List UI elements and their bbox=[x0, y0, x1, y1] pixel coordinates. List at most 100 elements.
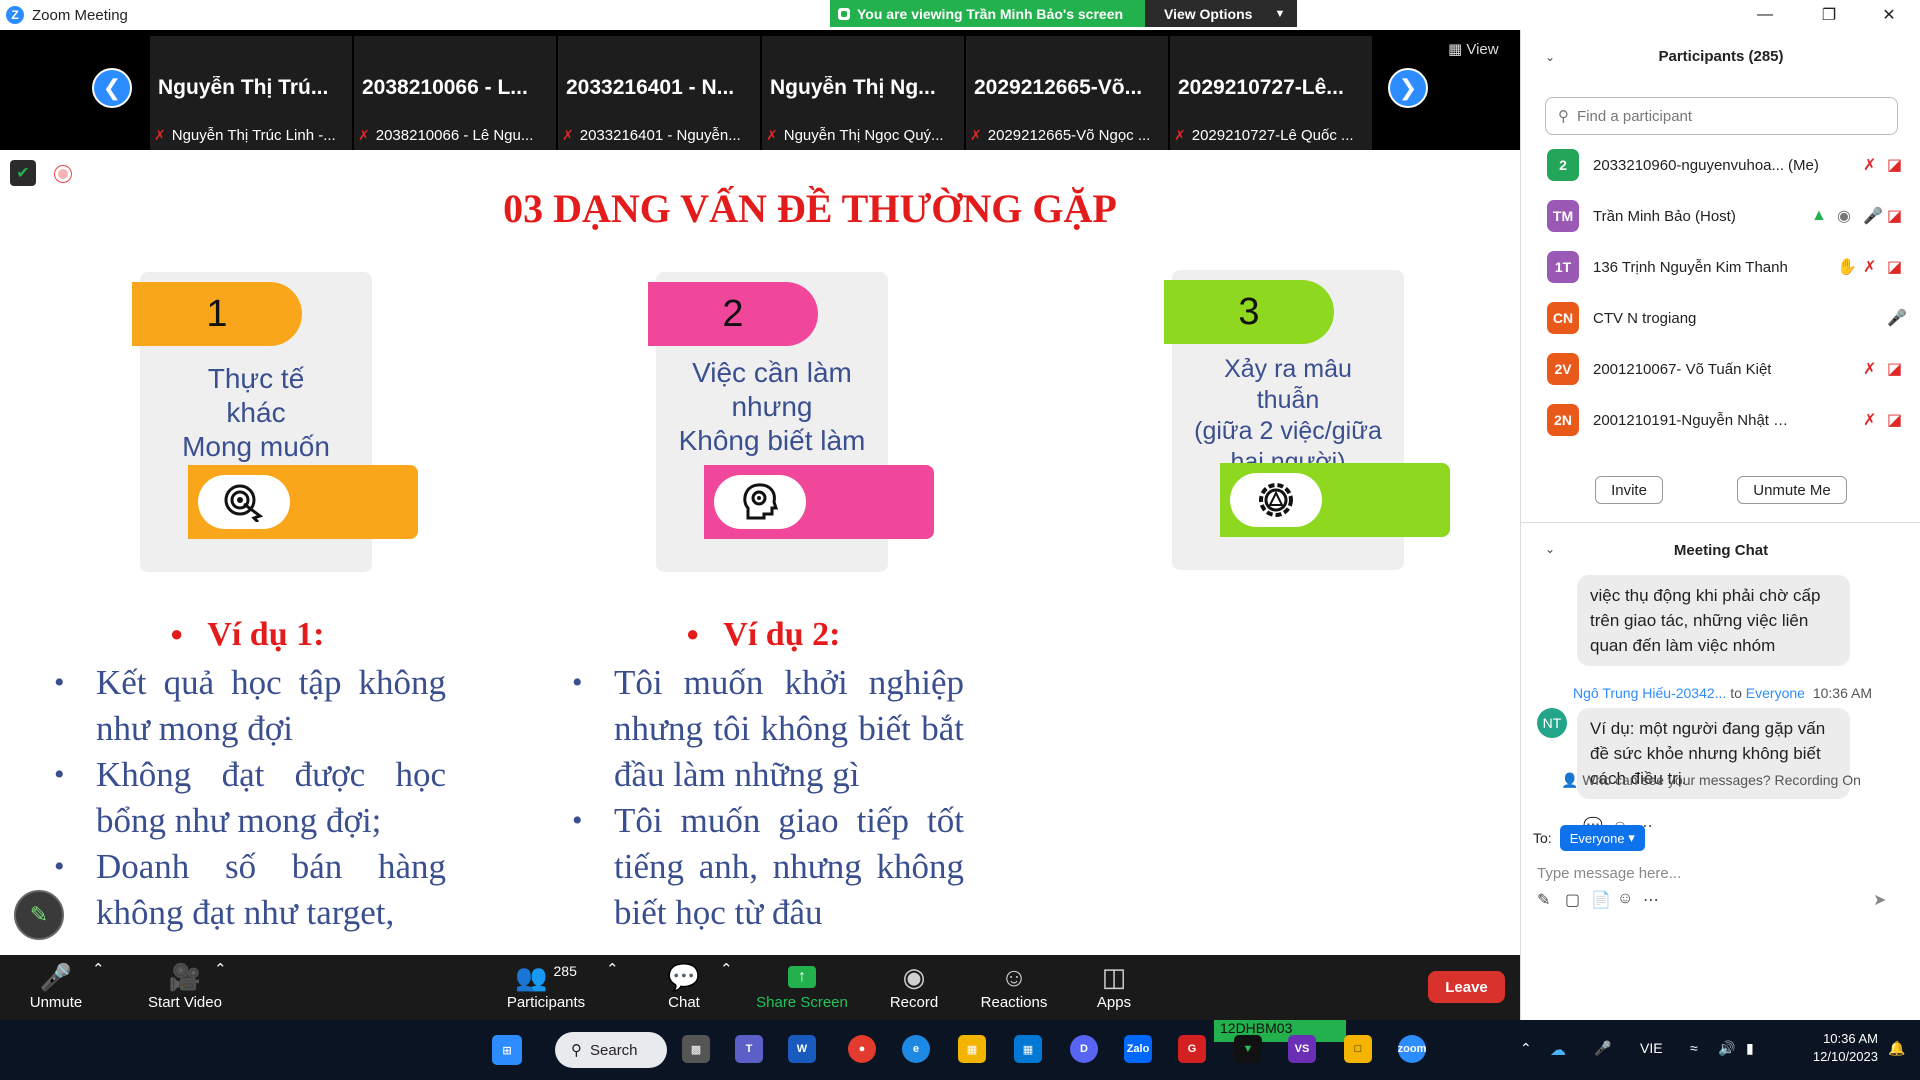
participant-row[interactable]: CN CTV N trogiang 🎤 bbox=[1547, 297, 1907, 339]
next-page-button[interactable]: ❯ bbox=[1388, 68, 1428, 108]
recording-icon: ◉ bbox=[1837, 208, 1851, 225]
mic-muted-icon: ✗ bbox=[154, 126, 166, 143]
emoji-icon[interactable]: ☺ bbox=[1617, 890, 1633, 908]
leave-button[interactable]: Leave bbox=[1428, 971, 1505, 1003]
mic-icon[interactable]: 🎤 bbox=[1594, 1040, 1611, 1057]
onedrive-icon[interactable]: ☁ bbox=[1550, 1040, 1566, 1060]
target-click-icon bbox=[198, 475, 290, 529]
annotate-pen-button[interactable]: ✎ bbox=[14, 890, 64, 940]
card-number-banner: 1 bbox=[132, 282, 302, 346]
garena-icon[interactable]: G bbox=[1178, 1035, 1206, 1063]
participant-search-input[interactable]: ⚲ Find a participant bbox=[1545, 97, 1898, 135]
start-menu-icon[interactable]: ⊞ bbox=[492, 1035, 522, 1065]
video-tile[interactable]: Nguyễn Thị Trú... ✗ Nguyễn Thị Trúc Linh … bbox=[150, 36, 352, 150]
reactions-button[interactable]: ☺ Reactions bbox=[972, 960, 1056, 1012]
close-icon[interactable]: ✕ bbox=[1866, 0, 1912, 30]
chat-message: việc thụ động khi phải chờ cấp trên giao… bbox=[1577, 575, 1850, 666]
recipient-dropdown[interactable]: Everyone ▾ bbox=[1559, 825, 1645, 851]
teams-icon[interactable]: T bbox=[735, 1035, 763, 1063]
head-gear-icon bbox=[714, 475, 806, 529]
zoom-icon[interactable]: zoom bbox=[1398, 1035, 1426, 1063]
security-shield-icon[interactable]: ✔ bbox=[10, 160, 36, 186]
participant-row[interactable]: 2N 2001210191-Nguyễn Nhật Linh ✗ ◪ bbox=[1547, 399, 1902, 441]
reactions-icon: ☺ bbox=[1000, 961, 1028, 992]
volume-icon[interactable]: 🔊 bbox=[1718, 1040, 1735, 1057]
participant-row[interactable]: 2 2033210960-nguyenvuhoa... (Me) ✗ ◪ bbox=[1547, 144, 1902, 186]
mic-muted-icon: ✗ bbox=[1174, 126, 1186, 143]
view-button[interactable]: ▦ View bbox=[1448, 40, 1499, 58]
mic-muted-icon: ✗ bbox=[1863, 361, 1877, 378]
send-icon[interactable]: ➤ bbox=[1873, 890, 1886, 910]
maximize-icon[interactable]: ❐ bbox=[1806, 0, 1852, 30]
taskbar-search[interactable]: ⚲ Search bbox=[555, 1032, 667, 1068]
problem-card-2: 2 Việc cần làm nhưng Không biết làm bbox=[648, 272, 934, 572]
more-icon[interactable]: ⋯ bbox=[1643, 890, 1659, 910]
screenshot-icon[interactable]: ▢ bbox=[1565, 890, 1580, 910]
unmute-button[interactable]: 🎤 Unmute bbox=[16, 960, 96, 1012]
wifi-icon[interactable]: ≈ bbox=[1690, 1040, 1698, 1056]
share-screen-button[interactable]: ↑ Share Screen bbox=[750, 960, 854, 1011]
mic-muted-icon: 🎤 bbox=[39, 961, 73, 992]
participant-row[interactable]: TM Trần Minh Bảo (Host) ▲ ◉ 🎤 ◪ bbox=[1547, 195, 1902, 237]
video-tile[interactable]: 2029212665-Võ... ✗ 2029212665-Võ Ngọc ... bbox=[966, 36, 1168, 150]
minimize-icon[interactable]: — bbox=[1742, 0, 1788, 30]
invite-button[interactable]: Invite bbox=[1595, 476, 1663, 504]
recording-indicator-icon bbox=[55, 166, 71, 182]
file-explorer-icon[interactable]: ▦ bbox=[958, 1035, 986, 1063]
participants-button[interactable]: 👥 285 Participants bbox=[496, 960, 596, 1012]
task-view-icon[interactable]: ▩ bbox=[682, 1035, 710, 1063]
tray-chevron-icon[interactable]: ⌃ bbox=[1520, 1040, 1532, 1057]
video-tile[interactable]: Nguyễn Thị Ng... ✗ Nguyễn Thị Ngọc Quý... bbox=[762, 36, 964, 150]
visual-studio-icon[interactable]: VS bbox=[1288, 1035, 1316, 1063]
chat-visibility-notice[interactable]: 👤 Who can see your messages? Recording O… bbox=[1561, 772, 1861, 789]
card-number-banner: 3 bbox=[1164, 280, 1334, 344]
chat-recipient-row: To: Everyone ▾ bbox=[1533, 825, 1645, 851]
chat-button[interactable]: 💬 Chat bbox=[654, 960, 714, 1012]
discord-icon[interactable]: D bbox=[1070, 1035, 1098, 1063]
video-tile[interactable]: 2038210066 - L... ✗ 2038210066 - Lê Ngu..… bbox=[354, 36, 556, 150]
zalo-icon[interactable]: Zalo bbox=[1124, 1035, 1152, 1063]
unmute-me-button[interactable]: Unmute Me bbox=[1737, 476, 1847, 504]
user-icon: 👤 bbox=[1561, 772, 1579, 788]
word-icon[interactable]: W bbox=[788, 1035, 816, 1063]
video-off-icon: ◪ bbox=[1887, 157, 1903, 174]
example-1-heading: ● Ví dụ 1: bbox=[170, 616, 325, 653]
example-1-list: Kết quả học tập không như mong đợi Không… bbox=[54, 660, 446, 936]
participants-header: Participants (285) bbox=[1658, 48, 1784, 65]
app-icon[interactable]: ▼ bbox=[1234, 1035, 1262, 1063]
chat-icon: 💬 bbox=[667, 961, 701, 992]
chevron-down-icon: ▾ bbox=[1628, 830, 1635, 845]
edge-icon[interactable]: e bbox=[902, 1035, 930, 1063]
divider bbox=[1521, 522, 1920, 523]
notification-bell-icon[interactable]: 🔔 bbox=[1888, 1040, 1905, 1057]
battery-icon[interactable]: ▮ bbox=[1746, 1040, 1754, 1057]
search-icon: ⚲ bbox=[571, 1042, 582, 1059]
apps-button[interactable]: ◫ Apps bbox=[1084, 960, 1144, 1012]
mic-muted-icon: ✗ bbox=[1863, 412, 1877, 429]
app-icon[interactable]: □ bbox=[1344, 1035, 1372, 1063]
chevron-down-icon: ▼ bbox=[1274, 7, 1286, 20]
participants-options-caret[interactable]: ⌃ bbox=[606, 960, 619, 978]
video-tile[interactable]: 2033216401 - N... ✗ 2033216401 - Nguyễn..… bbox=[558, 36, 760, 150]
video-tile[interactable]: 2029210727-Lê... ✗ 2029210727-Lê Quốc ... bbox=[1170, 36, 1372, 150]
slide-title: 03 DẠNG VẤN ĐỀ THƯỜNG GẶP bbox=[503, 186, 1117, 231]
view-options-button[interactable]: View Options ▼ bbox=[1145, 0, 1297, 27]
chat-input[interactable]: Type message here... bbox=[1537, 865, 1681, 882]
participant-row[interactable]: 2V 2001210067- Võ Tuấn Kiệt ✗ ◪ bbox=[1547, 348, 1902, 390]
video-options-caret[interactable]: ⌃ bbox=[214, 960, 227, 978]
example-2-heading: ● Ví dụ 2: bbox=[686, 616, 841, 653]
participant-row[interactable]: 1T 136 Trịnh Nguyễn Kim Thanh ✋ ✗ ◪ bbox=[1547, 246, 1902, 288]
chat-options-caret[interactable]: ⌃ bbox=[720, 960, 733, 978]
chrome-icon[interactable]: ● bbox=[848, 1035, 876, 1063]
side-panel: ⌄ Participants (285) ⚲ Find a participan… bbox=[1520, 30, 1920, 1020]
previous-page-button[interactable]: ❮ bbox=[92, 68, 132, 108]
taskbar-clock[interactable]: 10:36 AM 12/10/2023 bbox=[1778, 1030, 1878, 1066]
file-icon[interactable]: 📄 bbox=[1591, 890, 1611, 910]
language-indicator[interactable]: VIE bbox=[1640, 1040, 1663, 1056]
card-text: Xảy ra mâu thuẫn (giữa 2 việc/giữa hai n… bbox=[1194, 355, 1382, 476]
store-icon[interactable]: ▦ bbox=[1014, 1035, 1042, 1063]
zoom-logo-icon: Z bbox=[6, 6, 24, 24]
format-icon[interactable]: ✎ bbox=[1537, 890, 1550, 910]
record-button[interactable]: ◉ Record bbox=[874, 960, 954, 1012]
audio-options-caret[interactable]: ⌃ bbox=[92, 960, 105, 978]
